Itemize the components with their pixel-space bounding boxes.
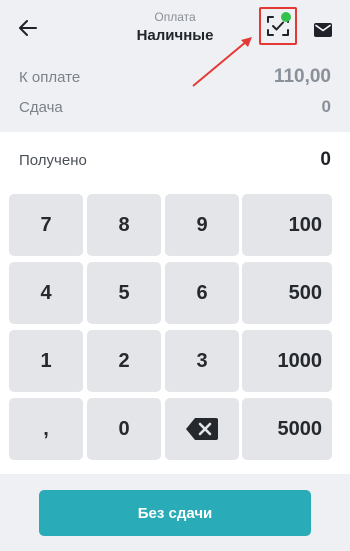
header-titles: Оплата Наличные bbox=[95, 10, 255, 46]
received-value: 0 bbox=[320, 149, 331, 170]
amount-due-label: К оплате bbox=[19, 68, 81, 86]
page-title: Наличные bbox=[136, 27, 214, 44]
change-label: Сдача bbox=[19, 98, 63, 116]
quick-amount-1000[interactable]: 1000 bbox=[242, 330, 332, 392]
key-6[interactable]: 6 bbox=[165, 262, 239, 324]
amount-due-value: 110,00 bbox=[273, 66, 331, 87]
header-subtitle: Оплата bbox=[154, 10, 196, 24]
key-9[interactable]: 9 bbox=[165, 194, 239, 256]
backspace-icon bbox=[186, 418, 218, 440]
quick-amount-100[interactable]: 100 bbox=[242, 194, 332, 256]
scan-button[interactable] bbox=[259, 7, 297, 45]
back-button[interactable] bbox=[14, 14, 42, 42]
key-5[interactable]: 5 bbox=[87, 262, 161, 324]
quick-amount-5000[interactable]: 5000 bbox=[242, 398, 332, 460]
received-row: Получено 0 bbox=[19, 149, 331, 171]
app-header: Оплата Наличные bbox=[0, 0, 350, 60]
change-row: Сдача 0 bbox=[19, 96, 331, 118]
key-3[interactable]: 3 bbox=[165, 330, 239, 392]
key-2[interactable]: 2 bbox=[87, 330, 161, 392]
key-comma[interactable]: , bbox=[9, 398, 83, 460]
online-status-dot bbox=[281, 12, 291, 22]
key-4[interactable]: 4 bbox=[9, 262, 83, 324]
key-0[interactable]: 0 bbox=[87, 398, 161, 460]
no-change-button[interactable]: Без сдачи bbox=[39, 490, 311, 536]
change-value: 0 bbox=[321, 97, 331, 116]
amount-due-row: К оплате 110,00 bbox=[19, 66, 331, 88]
backspace-button[interactable] bbox=[165, 398, 239, 460]
key-7[interactable]: 7 bbox=[9, 194, 83, 256]
key-8[interactable]: 8 bbox=[87, 194, 161, 256]
quick-amount-500[interactable]: 500 bbox=[242, 262, 332, 324]
keypad-panel: Получено 0 7 8 9 100 4 5 6 500 1 2 3 100… bbox=[0, 132, 350, 474]
envelope-icon bbox=[314, 23, 332, 37]
email-receipt-button[interactable] bbox=[312, 20, 334, 40]
key-1[interactable]: 1 bbox=[9, 330, 83, 392]
received-label: Получено bbox=[19, 151, 87, 169]
arrow-left-icon bbox=[19, 20, 37, 36]
